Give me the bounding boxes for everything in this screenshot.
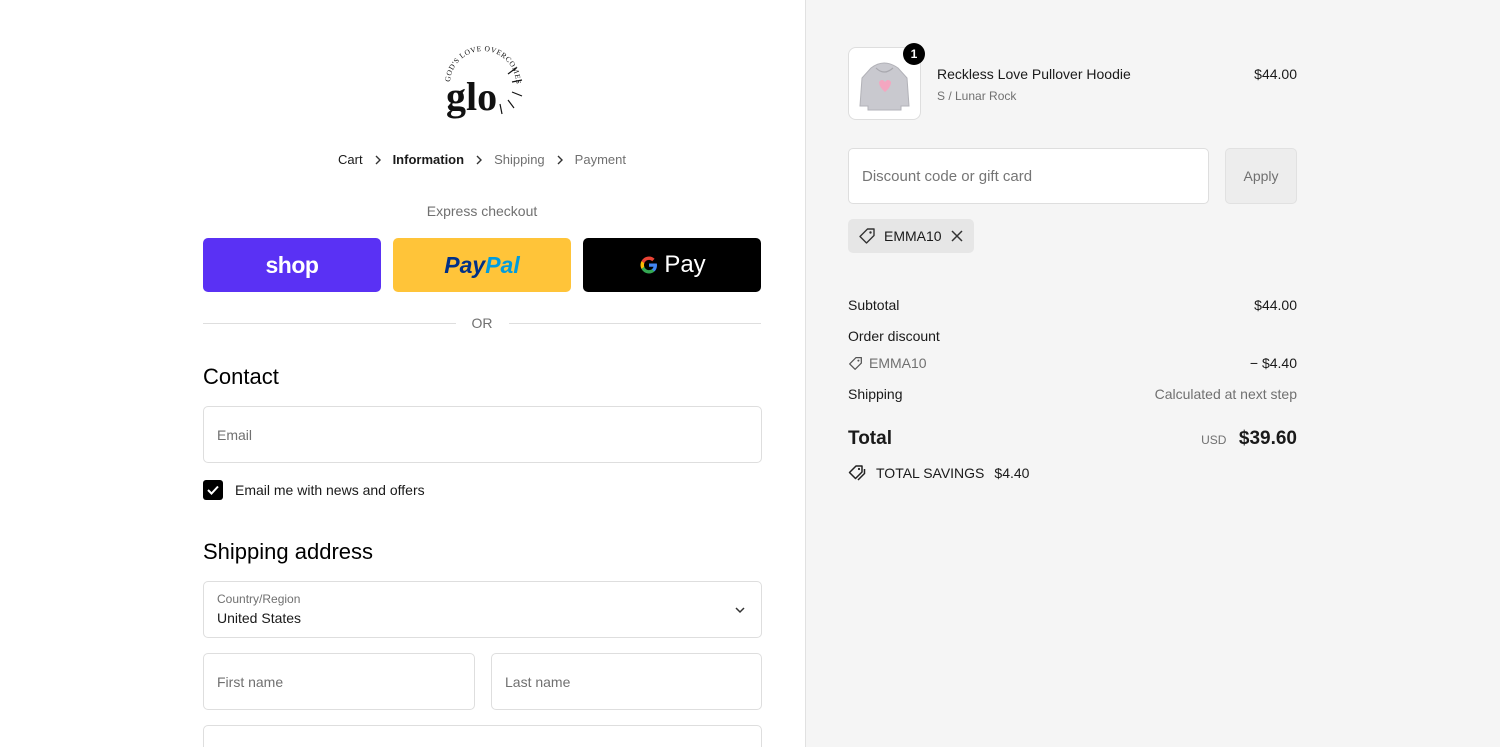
shipping-value: Calculated at next step bbox=[1154, 386, 1297, 402]
quantity-badge: 1 bbox=[903, 43, 925, 65]
currency-code: USD bbox=[1201, 433, 1227, 447]
product-name: Reckless Love Pullover Hoodie bbox=[937, 66, 1131, 82]
chevron-down-icon bbox=[735, 607, 745, 614]
discount-code-row: EMMA10 − $4.40 bbox=[848, 355, 1297, 371]
breadcrumb: Cart Information Shipping Payment bbox=[203, 152, 761, 167]
brand-logo[interactable]: GOD'S LOVE OVERCOMES glo bbox=[438, 44, 528, 122]
chevron-right-icon bbox=[464, 153, 494, 167]
discount-field-wrapper bbox=[848, 148, 1209, 204]
breadcrumb-information: Information bbox=[392, 152, 465, 167]
chevron-right-icon bbox=[545, 153, 575, 167]
country-value: United States bbox=[217, 610, 302, 626]
subtotal-value: $44.00 bbox=[1254, 297, 1297, 313]
savings-label: TOTAL SAVINGS bbox=[876, 465, 985, 481]
breadcrumb-cart[interactable]: Cart bbox=[338, 152, 363, 167]
order-discount-row: Order discount bbox=[848, 328, 1297, 344]
last-name-field[interactable] bbox=[492, 654, 761, 709]
paypal-label: PayPal bbox=[444, 251, 520, 278]
order-discount-label: Order discount bbox=[848, 328, 940, 344]
checkmark-icon bbox=[207, 485, 219, 495]
email-field[interactable] bbox=[204, 407, 761, 462]
shipping-address-title: Shipping address bbox=[203, 539, 374, 564]
discount-code-input[interactable] bbox=[849, 149, 1208, 203]
newsletter-label: Email me with news and offers bbox=[235, 482, 425, 498]
tag-icon bbox=[849, 356, 862, 370]
express-checkout-label: Express checkout bbox=[426, 203, 538, 219]
subtotal-label: Subtotal bbox=[848, 297, 900, 313]
paypal-button[interactable]: PayPal bbox=[393, 238, 571, 292]
tags-icon bbox=[848, 465, 866, 481]
applied-discount-chip: EMMA10 bbox=[848, 219, 974, 253]
google-pay-button[interactable]: Pay bbox=[583, 238, 761, 292]
discount-code-label: EMMA10 bbox=[869, 355, 927, 371]
first-name-field[interactable] bbox=[204, 654, 474, 709]
savings-value: $4.40 bbox=[994, 465, 1030, 481]
chevron-right-icon bbox=[363, 153, 393, 167]
subtotal-row: Subtotal $44.00 bbox=[848, 297, 1297, 313]
first-name-wrapper bbox=[203, 653, 475, 710]
shop-pay-button[interactable]: shop bbox=[203, 238, 381, 292]
google-g-icon bbox=[640, 256, 658, 274]
breadcrumb-payment: Payment bbox=[574, 152, 626, 167]
total-savings: TOTAL SAVINGS $4.40 bbox=[848, 464, 1029, 482]
or-divider: OR bbox=[203, 313, 761, 333]
checkout-form-panel: GOD'S LOVE OVERCOMES glo Cart Informatio… bbox=[0, 0, 805, 747]
shipping-row: Shipping Calculated at next step bbox=[848, 386, 1297, 402]
country-label: Country/Region bbox=[217, 592, 301, 606]
product-variant: S / Lunar Rock bbox=[937, 89, 1017, 103]
breadcrumb-shipping: Shipping bbox=[494, 152, 545, 167]
shipping-label: Shipping bbox=[848, 386, 903, 402]
close-icon[interactable] bbox=[950, 229, 964, 243]
contact-title: Contact bbox=[203, 364, 279, 389]
email-field-wrapper bbox=[203, 406, 762, 463]
address-field[interactable] bbox=[203, 725, 762, 747]
country-select[interactable]: Country/Region United States bbox=[203, 581, 762, 638]
or-label: OR bbox=[471, 315, 493, 331]
product-price: $44.00 bbox=[1254, 66, 1297, 82]
discount-value: − $4.40 bbox=[1249, 355, 1297, 371]
newsletter-checkbox[interactable] bbox=[203, 480, 223, 500]
tag-icon bbox=[859, 228, 875, 244]
total-value: $39.60 bbox=[1238, 428, 1297, 449]
total-row: Total USD $39.60 bbox=[848, 428, 1297, 450]
apply-discount-button[interactable]: Apply bbox=[1225, 148, 1297, 204]
total-label: Total bbox=[848, 428, 892, 449]
shop-pay-label: shop bbox=[265, 251, 319, 278]
newsletter-option[interactable]: Email me with news and offers bbox=[203, 480, 425, 500]
svg-text:glo: glo bbox=[446, 74, 497, 119]
google-pay-label: Pay bbox=[664, 251, 706, 278]
applied-code-label: EMMA10 bbox=[884, 228, 942, 244]
last-name-wrapper bbox=[491, 653, 762, 710]
